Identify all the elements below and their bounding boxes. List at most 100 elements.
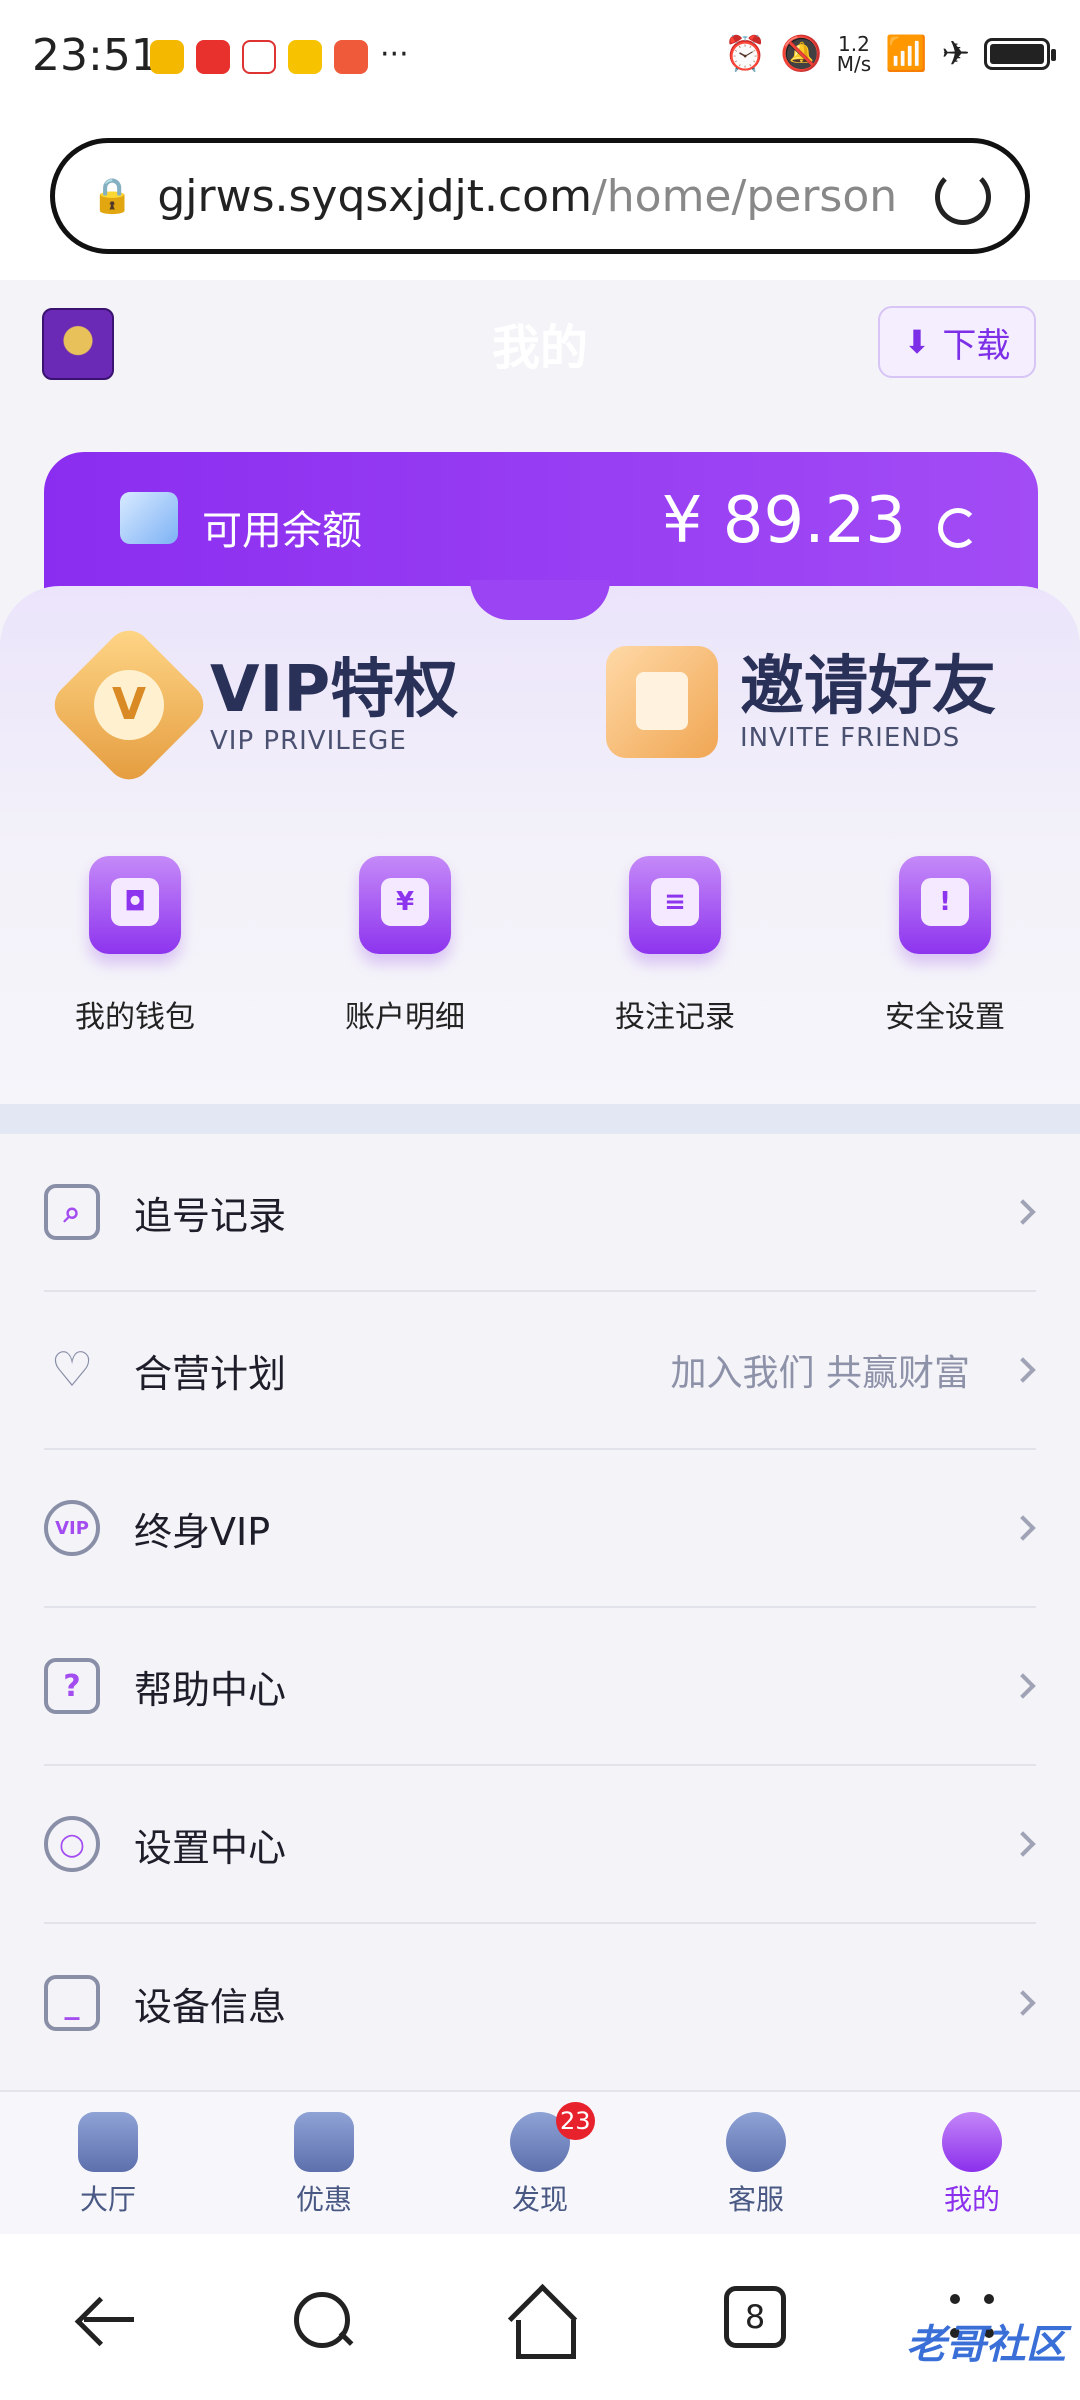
tab-lobby[interactable]: 大厅: [0, 2092, 216, 2234]
menu-item-device-info[interactable]: _ 设备信息: [44, 1924, 1036, 2082]
star-icon: [294, 2112, 354, 2172]
refresh-balance-icon[interactable]: [938, 508, 978, 548]
vip-privilege-subtitle: VIP PRIVILEGE: [210, 726, 407, 756]
menu-label: 终身VIP: [134, 1509, 271, 1554]
balance-amount: ¥ 89.23: [661, 484, 906, 558]
menu-label: 设备信息: [134, 1984, 287, 2029]
shortcut-account-detail[interactable]: ¥ 账户明细: [270, 856, 540, 1036]
system-nav-bar: 8 老哥社区: [0, 2234, 1080, 2400]
app-notification-icon: [288, 40, 322, 74]
menu-list: ⌕ 追号记录 ♡ 合营计划 加入我们 共赢财富 VIP 终身VIP ? 帮助中心…: [0, 1134, 1080, 2082]
app-notification-icon: [196, 40, 230, 74]
download-icon: ⬇: [903, 323, 931, 361]
bottom-tab-bar: 大厅 优惠 23 发现 客服 我的: [0, 2090, 1080, 2234]
invite-friends-title: 邀请好友: [740, 650, 996, 724]
menu-label: 合营计划: [134, 1351, 287, 1396]
menu-item-chase-record[interactable]: ⌕ 追号记录: [44, 1134, 1036, 1292]
help-icon: ?: [44, 1658, 100, 1714]
mail-notification-icon: [150, 40, 184, 74]
status-time: 23:51: [32, 30, 159, 81]
more-notifications-icon: ···: [380, 37, 409, 72]
reload-icon[interactable]: [935, 169, 991, 225]
chevron-right-icon: [1010, 1515, 1036, 1541]
shortcut-label: 安全设置: [885, 1000, 1005, 1035]
tab-label: 优惠: [295, 2183, 352, 2216]
settings-gear-icon: ○: [44, 1816, 100, 1872]
app-notification-icon: [242, 40, 276, 74]
menu-label: 设置中心: [134, 1825, 287, 1870]
tabs-count-button[interactable]: 8: [724, 2286, 786, 2348]
browser-toolbar: 🔒 gjrws.syqsxjdjt.com/home/person: [0, 118, 1080, 280]
menu-label: 帮助中心: [134, 1667, 287, 1712]
profile-icon: [942, 2112, 1002, 2172]
vip-user-icon: VIP: [44, 1500, 100, 1556]
vip-privilege-title: VIP特权: [210, 653, 459, 727]
app-header: 我的 ⬇ 下载: [0, 280, 1080, 410]
tab-label: 发现: [511, 2183, 568, 2216]
tab-promotions[interactable]: 优惠: [216, 2092, 432, 2234]
privilege-panel: V VIP特权 VIP PRIVILEGE 邀请好友 INVITE FRIEND…: [0, 580, 1080, 1106]
shortcut-security-settings[interactable]: ! 安全设置: [810, 856, 1080, 1036]
shortcut-label: 我的钱包: [75, 1000, 195, 1035]
app-notification-icon: [334, 40, 368, 74]
url-text[interactable]: gjrws.syqsxjdjt.com/home/person: [157, 171, 897, 222]
back-icon[interactable]: [72, 2286, 142, 2356]
partner-heart-icon: ♡: [50, 1342, 94, 1398]
invite-friends-card[interactable]: 邀请好友 INVITE FRIENDS: [606, 646, 996, 758]
chevron-right-icon: [1010, 1357, 1036, 1383]
wallet-icon: ◘: [89, 856, 181, 954]
tab-label: 我的: [943, 2183, 1000, 2216]
chevron-right-icon: [1010, 1673, 1036, 1699]
url-domain: gjrws.syqsxjdjt.com: [157, 170, 592, 222]
invite-friends-icon: [606, 646, 718, 758]
search-record-icon: ⌕: [44, 1184, 100, 1240]
tab-discover[interactable]: 23 发现: [432, 2092, 648, 2234]
shortcut-my-wallet[interactable]: ◘ 我的钱包: [0, 856, 270, 1036]
bet-record-icon: ≡: [629, 856, 721, 954]
menu-item-help-center[interactable]: ? 帮助中心: [44, 1608, 1036, 1766]
search-icon[interactable]: [288, 2286, 358, 2356]
shortcut-grid: ◘ 我的钱包 ¥ 账户明细 ≡ 投注记录 ! 安全设置: [0, 856, 1080, 1036]
menu-item-partner-plan[interactable]: ♡ 合营计划 加入我们 共赢财富: [44, 1292, 1036, 1450]
chevron-right-icon: [1010, 1990, 1036, 2016]
account-detail-icon: ¥: [359, 856, 451, 954]
status-bar: 23:51 ··· ⏰ 🔕 1.2 M/s 📶 ✈: [0, 0, 1080, 118]
menu-item-lifetime-vip[interactable]: VIP 终身VIP: [44, 1450, 1036, 1608]
wifi-icon: 📶: [885, 34, 928, 74]
invite-friends-subtitle: INVITE FRIENDS: [740, 723, 961, 753]
battery-icon: [984, 38, 1056, 70]
home-nav-icon[interactable]: [506, 2286, 576, 2359]
airplane-icon: ✈: [941, 34, 971, 74]
discover-badge: 23: [556, 2102, 595, 2140]
chevron-right-icon: [1010, 1831, 1036, 1857]
menu-item-settings-center[interactable]: ○ 设置中心: [44, 1766, 1036, 1924]
download-button[interactable]: ⬇ 下载: [878, 306, 1036, 378]
notification-icons: ···: [150, 40, 409, 74]
watermark-logo: 老哥社区: [906, 2322, 1066, 2368]
device-icon: _: [44, 1975, 100, 2031]
panel-notch: [470, 580, 610, 620]
download-label: 下载: [942, 325, 1011, 366]
url-path: /home/person: [591, 170, 898, 222]
tab-customer-service[interactable]: 客服: [648, 2092, 864, 2234]
vip-badge-icon: V: [45, 621, 213, 789]
menu-label: 追号记录: [134, 1193, 287, 1238]
home-icon: [78, 2112, 138, 2172]
status-indicators: ⏰ 🔕 1.2 M/s 📶 ✈: [724, 32, 1056, 76]
network-speed: 1.2 M/s: [836, 32, 872, 76]
vip-privilege-card[interactable]: V VIP特权 VIP PRIVILEGE: [45, 621, 459, 789]
balance-label: 可用余额: [202, 508, 362, 554]
security-shield-icon: !: [899, 856, 991, 954]
tab-label: 大厅: [79, 2183, 136, 2216]
alarm-icon: ⏰: [724, 34, 767, 74]
service-icon: [726, 2112, 786, 2172]
partner-plan-slogan: 加入我们 共赢财富: [670, 1353, 970, 1394]
tab-mine[interactable]: 我的: [864, 2092, 1080, 2234]
lock-icon: 🔒: [91, 176, 134, 216]
tab-label: 客服: [727, 2183, 784, 2216]
address-bar[interactable]: 🔒 gjrws.syqsxjdjt.com/home/person: [50, 138, 1030, 254]
chevron-right-icon: [1010, 1199, 1036, 1225]
wallet-icon: [120, 492, 178, 544]
shortcut-bet-record[interactable]: ≡ 投注记录: [540, 856, 810, 1036]
shortcut-label: 投注记录: [615, 1000, 735, 1035]
